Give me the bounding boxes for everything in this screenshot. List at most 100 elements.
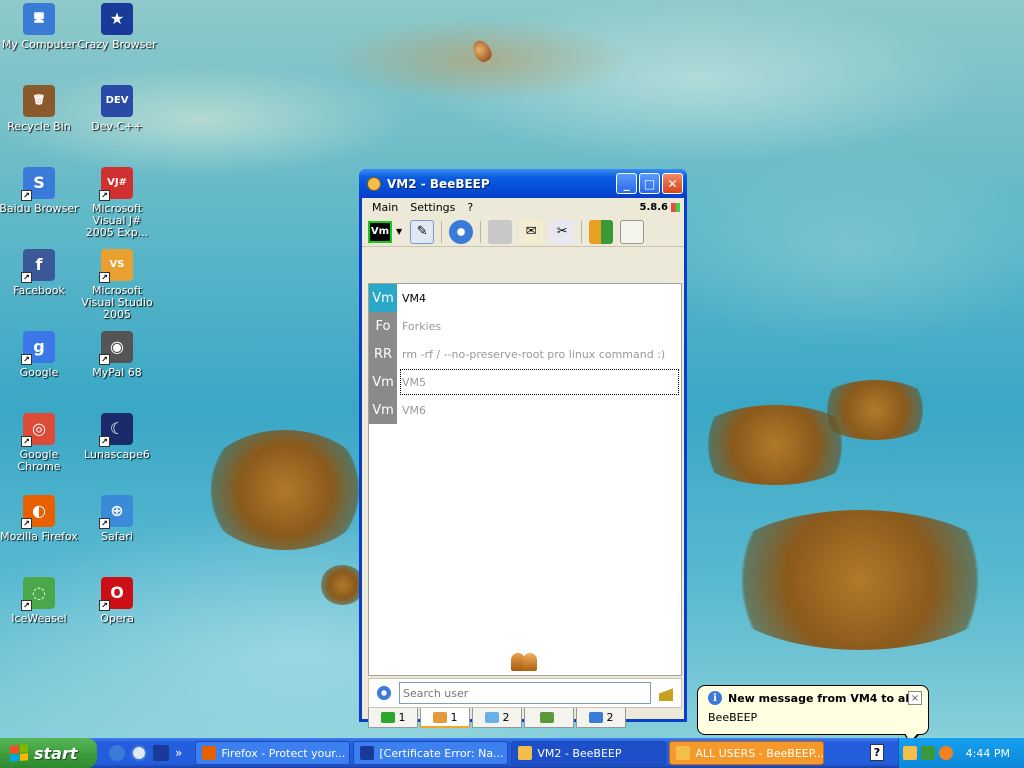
user-list-item[interactable]: Vm VM6 — [369, 396, 681, 424]
taskbar-task-button[interactable]: [Certificate Error: Na... — [353, 741, 509, 765]
task-app-icon — [676, 746, 691, 760]
desktop-icon-label: My Computer — [1, 38, 77, 51]
start-button[interactable]: start — [0, 738, 97, 768]
menu-help[interactable]: ? — [461, 201, 479, 214]
network-tray-icon[interactable] — [921, 746, 935, 760]
taskbar-task-button[interactable]: Firefox - Protect your... — [195, 741, 351, 765]
shortcut-arrow-icon: ↗ — [21, 354, 32, 365]
user-avatar: Vm — [369, 368, 397, 396]
desktop-icon[interactable]: S ↗ Baidu Browser — [0, 167, 79, 215]
tab-groups-icon — [540, 712, 554, 723]
minimize-button[interactable]: _ — [616, 173, 637, 194]
window-titlebar[interactable]: VM2 - BeeBEEP _ □ ✕ — [359, 169, 687, 198]
write-message-icon[interactable]: ✉ — [519, 219, 544, 244]
status-dropdown-icon[interactable]: ▼ — [396, 227, 402, 236]
search-bar — [368, 678, 682, 708]
search-options-icon[interactable] — [377, 686, 391, 700]
folder-icon[interactable] — [488, 219, 513, 244]
desktop-icon[interactable]: ◉ ↗ MyPal 68 — [77, 331, 157, 379]
info-icon: i — [708, 691, 722, 705]
desktop-icon[interactable]: ★ Crazy Browser — [77, 3, 157, 51]
desktop-icon[interactable]: VJ# ↗ Microsoft Visual J# 2005 Exp... — [77, 167, 157, 239]
quick-launch-chevron[interactable]: » — [175, 746, 182, 760]
quick-launch-crazy-icon[interactable] — [153, 745, 169, 761]
maximize-button[interactable]: □ — [639, 173, 660, 194]
app-icon: g ↗ — [21, 331, 55, 365]
task-app-icon — [518, 746, 533, 760]
user-list-item[interactable]: Fo Forkies — [369, 312, 681, 340]
app-icon: ◌ ↗ — [21, 577, 55, 611]
desktop-icon[interactable]: ◎ ↗ Google Chrome — [0, 413, 79, 473]
app-icon: f ↗ — [21, 249, 55, 283]
tools-icon[interactable]: ✂ — [550, 219, 575, 244]
group-users-icon[interactable] — [509, 647, 541, 671]
desktop-icon[interactable]: 🖥 My Computer — [0, 3, 79, 51]
close-button[interactable]: ✕ — [662, 173, 683, 194]
quick-launch-baidu-icon[interactable] — [131, 745, 147, 761]
app-icon: 🖥 — [23, 3, 55, 35]
user-avatar: Vm — [369, 284, 397, 312]
desktop-icon[interactable]: O ↗ Opera — [77, 577, 157, 625]
user-avatar: Fo — [369, 312, 397, 340]
window-title: VM2 - BeeBEEP — [387, 176, 490, 191]
tab-count: 1 — [398, 711, 406, 724]
desktop-icon[interactable]: ☾ ↗ Lunascape6 — [77, 413, 157, 461]
app-icon: ☾ ↗ — [99, 413, 133, 447]
tab-home[interactable]: 1 — [368, 708, 418, 728]
edit-profile-icon[interactable]: ✎ — [410, 219, 435, 244]
tab-count: 2 — [502, 711, 510, 724]
desktop-icon[interactable]: DEV Dev-C++ — [77, 85, 157, 133]
desktop-icon[interactable]: f ↗ Facebook — [0, 249, 79, 297]
quick-launch-ie-icon[interactable] — [109, 745, 125, 761]
clear-search-icon[interactable] — [659, 685, 673, 701]
desktop-icon[interactable]: ⊕ ↗ Safari — [77, 495, 157, 543]
beebeep-window[interactable]: VM2 - BeeBEEP _ □ ✕ Main Settings ? 5.8.… — [359, 169, 687, 728]
user-name: VM4 — [402, 291, 427, 305]
menu-main[interactable]: Main — [366, 201, 404, 214]
desktop-icon-label: Safari — [101, 530, 133, 543]
task-buttons: Firefox - Protect your... [Certificate Er… — [192, 741, 825, 765]
search-tray-icon[interactable] — [939, 746, 953, 760]
desktop-icon[interactable]: ◐ ↗ Mozilla Firefox — [0, 495, 79, 543]
window-client-area: Main Settings ? 5.8.6 Vm ▼ ✎ ✉ ✂ Vm VM4 Fo… — [362, 198, 684, 728]
search-user-input[interactable] — [399, 682, 651, 704]
system-tray: 4:44 PM — [898, 738, 1024, 768]
file-transfer-icon[interactable] — [589, 219, 614, 244]
desktop-icon-label: Google — [19, 366, 59, 379]
balloon-close-button[interactable]: × — [908, 691, 922, 705]
desktop-icon[interactable]: g ↗ Google — [0, 331, 79, 379]
user-name: Forkies — [402, 319, 442, 333]
balloon-title: New message from VM4 to all — [728, 691, 913, 705]
tab-chats-icon — [484, 712, 499, 723]
desktop-icon[interactable]: VS ↗ Microsoft Visual Studio 2005 — [77, 249, 157, 321]
desktop-icon-label: IceWeasel — [11, 612, 67, 625]
desktop-icon-label: Microsoft Visual J# 2005 Exp... — [85, 202, 149, 239]
notification-balloon[interactable]: i New message from VM4 to all × BeeBEEP — [697, 685, 929, 744]
desktop-icon[interactable]: ◌ ↗ IceWeasel — [0, 577, 79, 625]
app-icon: O ↗ — [99, 577, 133, 611]
tab-chats[interactable]: 2 — [472, 708, 522, 728]
toolbar-separator — [441, 220, 443, 243]
user-list-item[interactable]: Vm VM5 — [369, 368, 681, 396]
user-list[interactable]: Vm VM4 Fo Forkies RR rm -rf / --no-preserve-r… — [368, 283, 682, 676]
user-status-button[interactable]: Vm — [368, 220, 392, 243]
help-tray-icon[interactable]: ? — [870, 744, 884, 761]
taskbar-task-button[interactable]: VM2 - BeeBEEP — [511, 741, 667, 765]
tab-file-shares[interactable]: 2 — [576, 708, 626, 728]
taskbar-task-button[interactable]: ALL USERS - BeeBEEP... — [669, 741, 825, 765]
clear-history-icon[interactable] — [620, 219, 645, 244]
desktop-icon-label: Mozilla Firefox — [0, 530, 78, 543]
user-list-item[interactable]: RR rm -rf / --no-preserve-root pro linux … — [369, 340, 681, 368]
task-label: Firefox - Protect your... — [221, 746, 346, 760]
user-list-item[interactable]: Vm VM4 — [369, 284, 681, 312]
tab-count: 2 — [606, 711, 614, 724]
app-icon: VJ# ↗ — [99, 167, 133, 201]
menu-settings[interactable]: Settings — [404, 201, 461, 214]
tab-groups[interactable] — [524, 708, 574, 728]
tab-count: 1 — [450, 710, 458, 724]
selection-focus-rect — [400, 369, 679, 395]
network-broadcast-icon[interactable] — [449, 219, 474, 244]
tab-users[interactable]: 1 — [420, 708, 470, 728]
desktop-icon[interactable]: 🗑 Recycle Bin — [0, 85, 79, 133]
beebeep-tray-icon[interactable] — [903, 746, 917, 760]
